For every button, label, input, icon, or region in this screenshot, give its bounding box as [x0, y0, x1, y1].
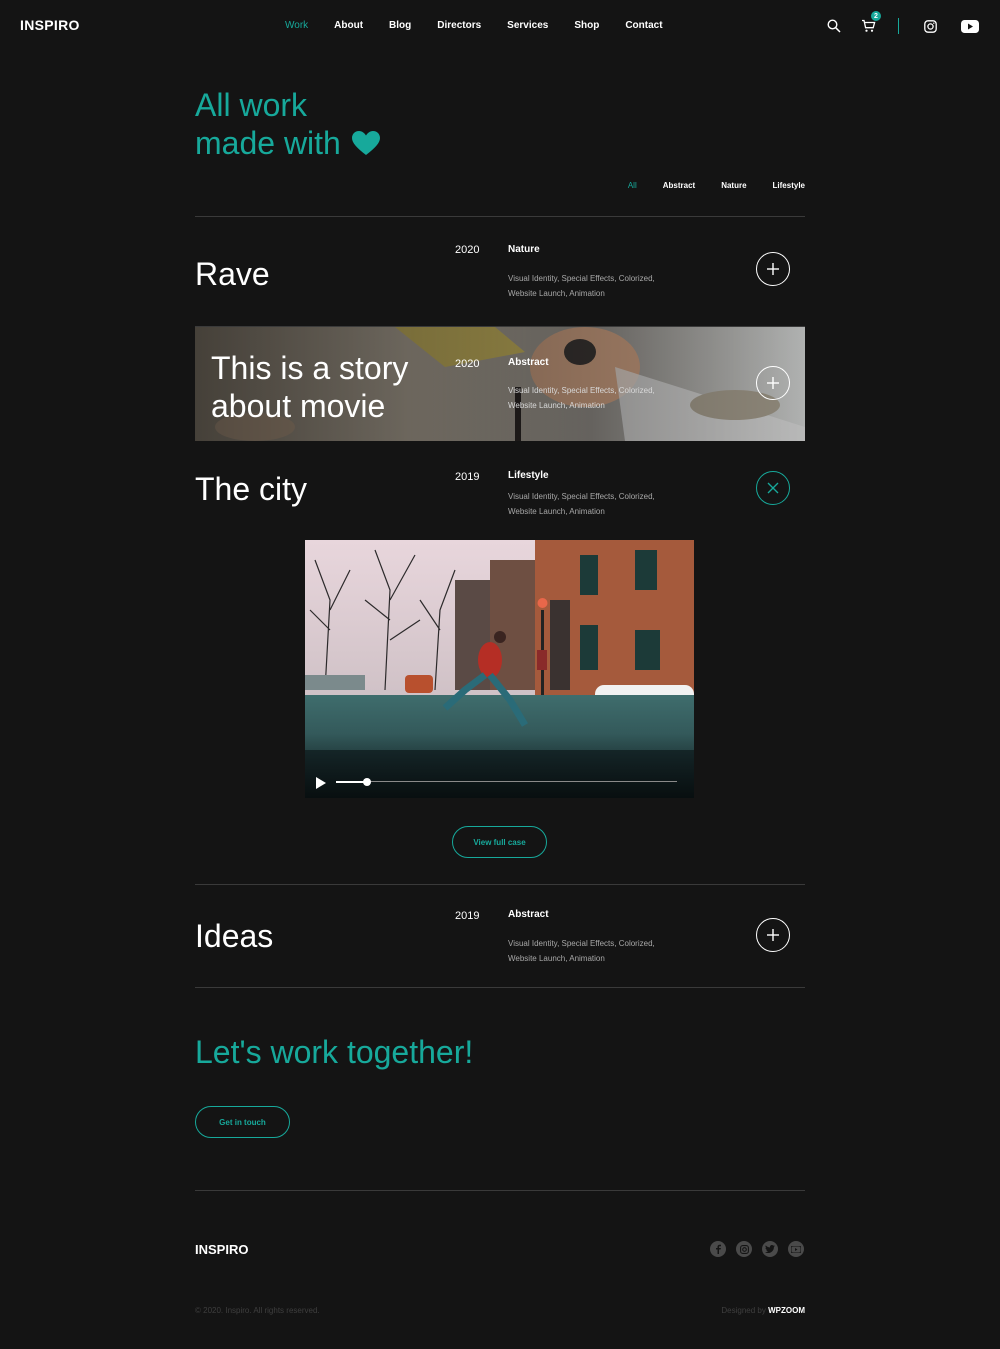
plus-icon — [767, 929, 779, 941]
expand-button[interactable] — [756, 918, 790, 952]
video-frame — [305, 540, 694, 798]
project-title[interactable]: Ideas — [195, 917, 273, 955]
project-year: 2020 — [455, 244, 480, 256]
project-category: Abstract — [508, 357, 549, 368]
designer-credit: Designed by WPZOOM — [721, 1306, 805, 1315]
twitter-icon[interactable] — [762, 1241, 778, 1257]
project-tags-line1: Visual Identity, Special Effects, Colori… — [508, 492, 655, 501]
filter-abstract[interactable]: Abstract — [663, 181, 695, 190]
project-tags: Visual Identity, Special Effects, Colori… — [508, 271, 688, 301]
heart-icon — [351, 130, 380, 156]
project-year: 2019 — [455, 910, 480, 922]
video-player[interactable] — [305, 540, 694, 798]
site-logo[interactable]: INSPIRO — [20, 17, 80, 33]
project-tags-line1: Visual Identity, Special Effects, Colori… — [508, 939, 655, 948]
project-tags-line1: Visual Identity, Special Effects, Colori… — [508, 274, 655, 283]
filter-lifestyle[interactable]: Lifestyle — [773, 181, 805, 190]
project-title-line1: This is a story — [211, 350, 409, 386]
page-title-line1: All work — [195, 87, 308, 123]
nav-blog[interactable]: Blog — [389, 20, 411, 31]
cart-count-badge: 2 — [871, 11, 881, 21]
page-title: All work made with — [195, 86, 380, 162]
nav-work[interactable]: Work — [285, 20, 308, 31]
project-category: Abstract — [508, 909, 549, 920]
project-year: 2019 — [455, 471, 480, 483]
video-controls — [305, 768, 694, 798]
footer-social — [710, 1241, 804, 1257]
category-filters: All Abstract Nature Lifestyle — [602, 181, 805, 190]
project-tags-line2: Website Launch, Animation — [508, 289, 605, 298]
divider — [195, 987, 805, 988]
project-tags-line1: Visual Identity, Special Effects, Colori… — [508, 386, 655, 395]
project-tags: Visual Identity, Special Effects, Colori… — [508, 489, 688, 519]
project-tags-line2: Website Launch, Animation — [508, 401, 605, 410]
expand-button[interactable] — [756, 252, 790, 286]
main-nav: Work About Blog Directors Services Shop … — [285, 20, 689, 31]
designed-by-label: Designed by — [721, 1306, 769, 1315]
facebook-icon[interactable] — [710, 1241, 726, 1257]
cta-title: Let's work together! — [195, 1034, 474, 1070]
footer-logo[interactable]: INSPIRO — [195, 1242, 248, 1257]
get-in-touch-button[interactable]: Get in touch — [195, 1106, 290, 1138]
youtube-icon[interactable] — [788, 1241, 804, 1257]
designer-link[interactable]: WPZOOM — [768, 1306, 805, 1315]
page-title-line2: made with — [195, 125, 341, 161]
close-icon — [767, 482, 779, 494]
project-category: Lifestyle — [508, 470, 549, 481]
project-title-active[interactable]: The city — [195, 470, 307, 508]
nav-shop[interactable]: Shop — [574, 20, 599, 31]
divider — [195, 1190, 805, 1191]
nav-directors[interactable]: Directors — [437, 20, 481, 31]
project-tags-line2: Website Launch, Animation — [508, 954, 605, 963]
nav-contact[interactable]: Contact — [625, 20, 662, 31]
site-header: INSPIRO Work About Blog Directors Servic… — [0, 0, 1000, 52]
filter-all[interactable]: All — [628, 181, 637, 190]
search-icon[interactable] — [824, 16, 844, 36]
project-tags: Visual Identity, Special Effects, Colori… — [508, 936, 688, 966]
project-category: Nature — [508, 244, 540, 255]
view-full-case-button[interactable]: View full case — [452, 826, 547, 858]
plus-icon — [767, 377, 779, 389]
copyright-text: © 2020. Inspiro. All rights reserved. — [195, 1306, 320, 1315]
youtube-icon[interactable] — [960, 16, 980, 36]
collapse-button[interactable] — [756, 471, 790, 505]
cart-icon[interactable]: 2 — [858, 11, 881, 36]
header-icons: 2 — [824, 11, 980, 36]
play-icon[interactable] — [315, 776, 327, 794]
divider — [195, 884, 805, 885]
filter-nature[interactable]: Nature — [721, 181, 746, 190]
nav-about[interactable]: About — [334, 20, 363, 31]
project-tags-line2: Website Launch, Animation — [508, 507, 605, 516]
header-divider — [898, 18, 899, 34]
video-progress-handle[interactable] — [362, 777, 371, 786]
project-title-line2: about movie — [211, 388, 386, 424]
nav-services[interactable]: Services — [507, 20, 548, 31]
plus-icon — [767, 263, 779, 275]
project-title[interactable]: Rave — [195, 255, 270, 293]
video-progress-track[interactable] — [336, 777, 677, 786]
instagram-icon[interactable] — [920, 16, 940, 36]
expand-button[interactable] — [756, 366, 790, 400]
project-title[interactable]: This is a story about movie — [211, 349, 408, 425]
instagram-icon[interactable] — [736, 1241, 752, 1257]
divider — [195, 216, 805, 217]
project-year: 2020 — [455, 358, 480, 370]
project-tags: Visual Identity, Special Effects, Colori… — [508, 383, 688, 413]
